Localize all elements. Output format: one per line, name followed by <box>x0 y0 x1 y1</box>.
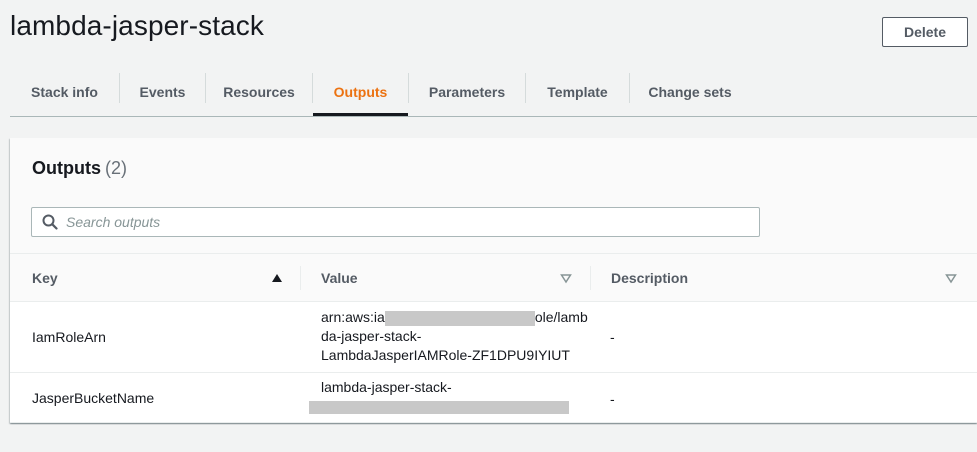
delete-button[interactable]: Delete <box>882 17 968 47</box>
output-value: arn:aws:ia ole/lamb da-jasper-stack- Lamb… <box>321 308 588 365</box>
tab-outputs[interactable]: Outputs <box>313 68 408 116</box>
tab-stack-info[interactable]: Stack info <box>10 68 119 115</box>
tab-parameters[interactable]: Parameters <box>409 68 525 115</box>
page-title: lambda-jasper-stack <box>10 10 264 41</box>
tab-template[interactable]: Template <box>526 68 629 115</box>
output-description: - <box>610 329 615 345</box>
redacted-block <box>384 310 535 326</box>
value-text: da-jasper-stack- <box>321 328 422 344</box>
panel-header: Outputs (2) <box>10 138 977 254</box>
search-icon <box>42 214 58 230</box>
tab-change-sets[interactable]: Change sets <box>630 68 750 115</box>
value-text: lambda-jasper-stack- <box>321 379 452 395</box>
sort-icon[interactable] <box>945 272 957 284</box>
value-text: ole/lamb <box>534 309 588 325</box>
table-row: IamRoleArn arn:aws:ia ole/lamb da-jasper-… <box>10 302 977 373</box>
redacted-block <box>309 401 569 414</box>
tab-bar: Stack info Events Resources Outputs Para… <box>10 68 977 117</box>
sort-ascending-icon[interactable] <box>271 272 283 284</box>
output-description: - <box>610 391 615 407</box>
tab-events[interactable]: Events <box>120 68 205 115</box>
value-text: arn:aws:ia <box>321 309 385 325</box>
search-box[interactable] <box>31 207 760 237</box>
output-key: JasperBucketName <box>32 390 155 406</box>
panel-count: (2) <box>105 158 127 178</box>
column-header-description[interactable]: Description <box>611 254 688 301</box>
value-text: LambdaJasperIAMRole-ZF1DPU9IYIUT <box>321 347 570 363</box>
column-header-value[interactable]: Value <box>321 254 358 301</box>
output-key: IamRoleArn <box>32 329 106 345</box>
output-value: lambda-jasper-stack- <box>321 378 452 397</box>
tab-resources[interactable]: Resources <box>206 68 312 115</box>
column-divider <box>590 266 591 290</box>
sort-icon[interactable] <box>560 272 572 284</box>
panel-title: Outputs (2) <box>32 158 127 179</box>
panel-title-label: Outputs <box>32 158 101 178</box>
outputs-panel: Outputs(2) Key Value Description IamRole… <box>10 138 977 423</box>
column-header-key[interactable]: Key <box>32 254 58 301</box>
search-input[interactable] <box>66 214 716 230</box>
table-header: Key Value Description <box>10 254 977 302</box>
table-row: JasperBucketName lambda-jasper-stack- - <box>10 373 977 423</box>
column-divider <box>300 266 301 290</box>
